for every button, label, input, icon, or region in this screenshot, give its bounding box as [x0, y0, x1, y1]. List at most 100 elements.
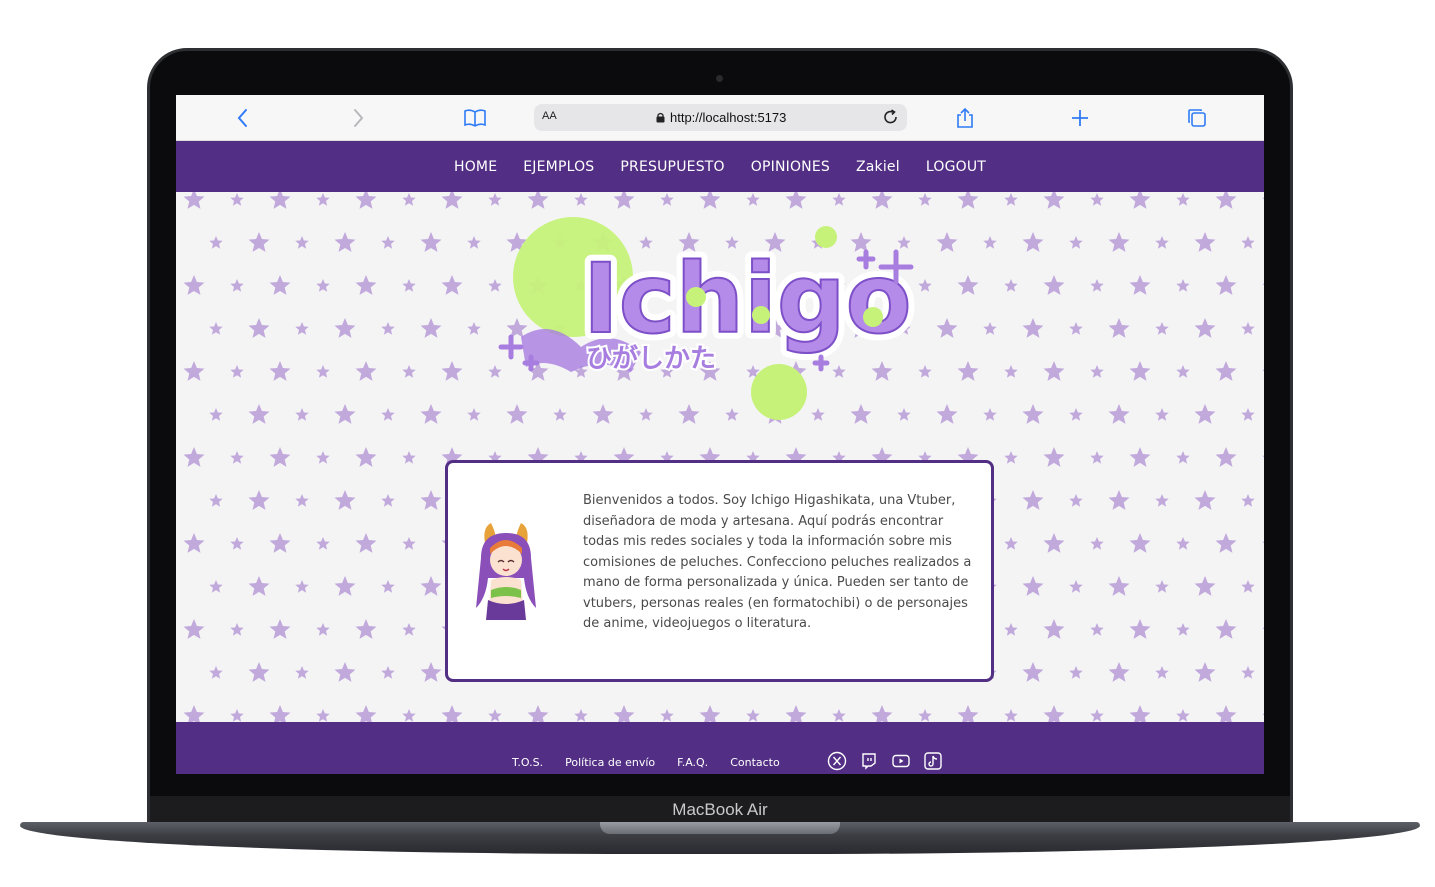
star-decoration	[1176, 623, 1190, 636]
star-decoration	[402, 623, 416, 636]
star-decoration	[1069, 666, 1083, 679]
tabs-button[interactable]	[1184, 105, 1210, 131]
browser-screen: AA http://localhost:5173 HOME EJEMPLOS P…	[176, 95, 1264, 774]
star-decoration	[1090, 709, 1104, 722]
star-decoration	[983, 408, 997, 421]
footer-link-shipping[interactable]: Política de envío	[565, 756, 655, 769]
star-decoration	[1004, 279, 1018, 292]
star-decoration	[1004, 451, 1018, 464]
nav-user[interactable]: Zakiel	[856, 159, 900, 175]
new-tab-button[interactable]	[1067, 105, 1093, 131]
site-logo: Ichigo Ichigo ひがしかた	[498, 217, 919, 420]
star-decoration	[402, 451, 416, 464]
star-decoration	[316, 537, 330, 550]
star-decoration	[1090, 451, 1104, 464]
star-decoration	[334, 318, 356, 338]
star-decoration	[574, 193, 588, 206]
youtube-icon[interactable]	[891, 751, 911, 771]
star-decoration	[1176, 193, 1190, 206]
star-decoration	[1108, 404, 1130, 424]
footer-links: T.O.S. Política de envío F.A.Q. Contacto	[512, 756, 780, 769]
star-decoration	[1090, 537, 1104, 550]
star-decoration	[230, 279, 244, 292]
bookmarks-button[interactable]	[462, 105, 488, 131]
lock-icon	[656, 112, 665, 123]
star-decoration	[1022, 318, 1044, 338]
star-decoration	[1129, 705, 1151, 722]
nav-presupuesto[interactable]: PRESUPUESTO	[620, 159, 724, 175]
share-button[interactable]	[952, 105, 978, 131]
star-decoration	[983, 322, 997, 335]
star-decoration	[1129, 275, 1151, 295]
address-bar[interactable]: AA http://localhost:5173	[534, 104, 907, 131]
star-decoration	[1022, 490, 1044, 510]
nav-opiniones[interactable]: OPINIONES	[751, 159, 830, 175]
star-decoration	[334, 490, 356, 510]
forward-button[interactable]	[345, 105, 371, 131]
star-decoration	[1043, 361, 1065, 381]
star-decoration	[613, 705, 635, 722]
star-decoration	[1155, 580, 1169, 593]
star-decoration	[1262, 283, 1264, 286]
tiktok-icon[interactable]	[923, 751, 943, 771]
star-decoration	[1241, 666, 1255, 679]
star-decoration	[402, 709, 416, 722]
star-decoration	[355, 619, 377, 639]
star-decoration	[527, 705, 549, 722]
nav-ejemplos[interactable]: EJEMPLOS	[523, 159, 594, 175]
back-button[interactable]	[230, 105, 256, 131]
star-decoration	[230, 365, 244, 378]
star-decoration	[441, 192, 463, 209]
star-decoration	[1004, 537, 1018, 550]
star-decoration	[918, 193, 932, 206]
star-decoration	[1194, 490, 1216, 510]
star-decoration	[957, 275, 979, 295]
site-footer: T.O.S. Política de envío F.A.Q. Contacto	[176, 722, 1264, 774]
star-decoration	[746, 709, 760, 722]
star-decoration	[574, 709, 588, 722]
star-decoration	[1215, 447, 1237, 467]
star-decoration	[918, 709, 932, 722]
browser-toolbar: AA http://localhost:5173	[176, 95, 1264, 141]
star-decoration	[209, 408, 223, 421]
url-display[interactable]: http://localhost:5173	[656, 110, 786, 125]
reload-icon[interactable]	[881, 107, 901, 127]
star-decoration	[1069, 408, 1083, 421]
star-decoration	[381, 580, 395, 593]
star-decoration	[1043, 275, 1065, 295]
star-decoration	[248, 576, 270, 596]
star-decoration	[1090, 193, 1104, 206]
star-decoration	[209, 666, 223, 679]
star-decoration	[209, 322, 223, 335]
star-decoration	[183, 447, 205, 467]
star-decoration	[248, 318, 270, 338]
footer-link-contact[interactable]: Contacto	[730, 756, 780, 769]
nav-home[interactable]: HOME	[454, 159, 497, 175]
star-decoration	[1262, 369, 1264, 372]
device-label: MacBook Air	[672, 800, 768, 819]
star-decoration	[230, 193, 244, 206]
star-decoration	[1176, 709, 1190, 722]
footer-link-faq[interactable]: F.A.Q.	[677, 756, 708, 769]
x-icon[interactable]	[827, 751, 847, 771]
star-decoration	[381, 494, 395, 507]
star-decoration	[1004, 709, 1018, 722]
star-decoration	[1215, 275, 1237, 295]
star-decoration	[1043, 533, 1065, 553]
star-decoration	[1090, 623, 1104, 636]
nav-logout[interactable]: LOGOUT	[926, 159, 986, 175]
text-size-button[interactable]: AA	[542, 110, 557, 122]
url-text: http://localhost:5173	[670, 110, 787, 125]
star-decoration	[785, 705, 807, 722]
footer-link-tos[interactable]: T.O.S.	[512, 756, 543, 769]
star-decoration	[1022, 662, 1044, 682]
star-decoration	[1004, 365, 1018, 378]
star-decoration	[1043, 619, 1065, 639]
logo-subtitle: ひがしかた	[586, 343, 716, 374]
star-decoration	[441, 361, 463, 381]
twitch-icon[interactable]	[859, 751, 879, 771]
star-decoration	[746, 193, 760, 206]
star-decoration	[1043, 705, 1065, 722]
star-decoration	[871, 705, 893, 722]
star-decoration	[183, 705, 205, 722]
